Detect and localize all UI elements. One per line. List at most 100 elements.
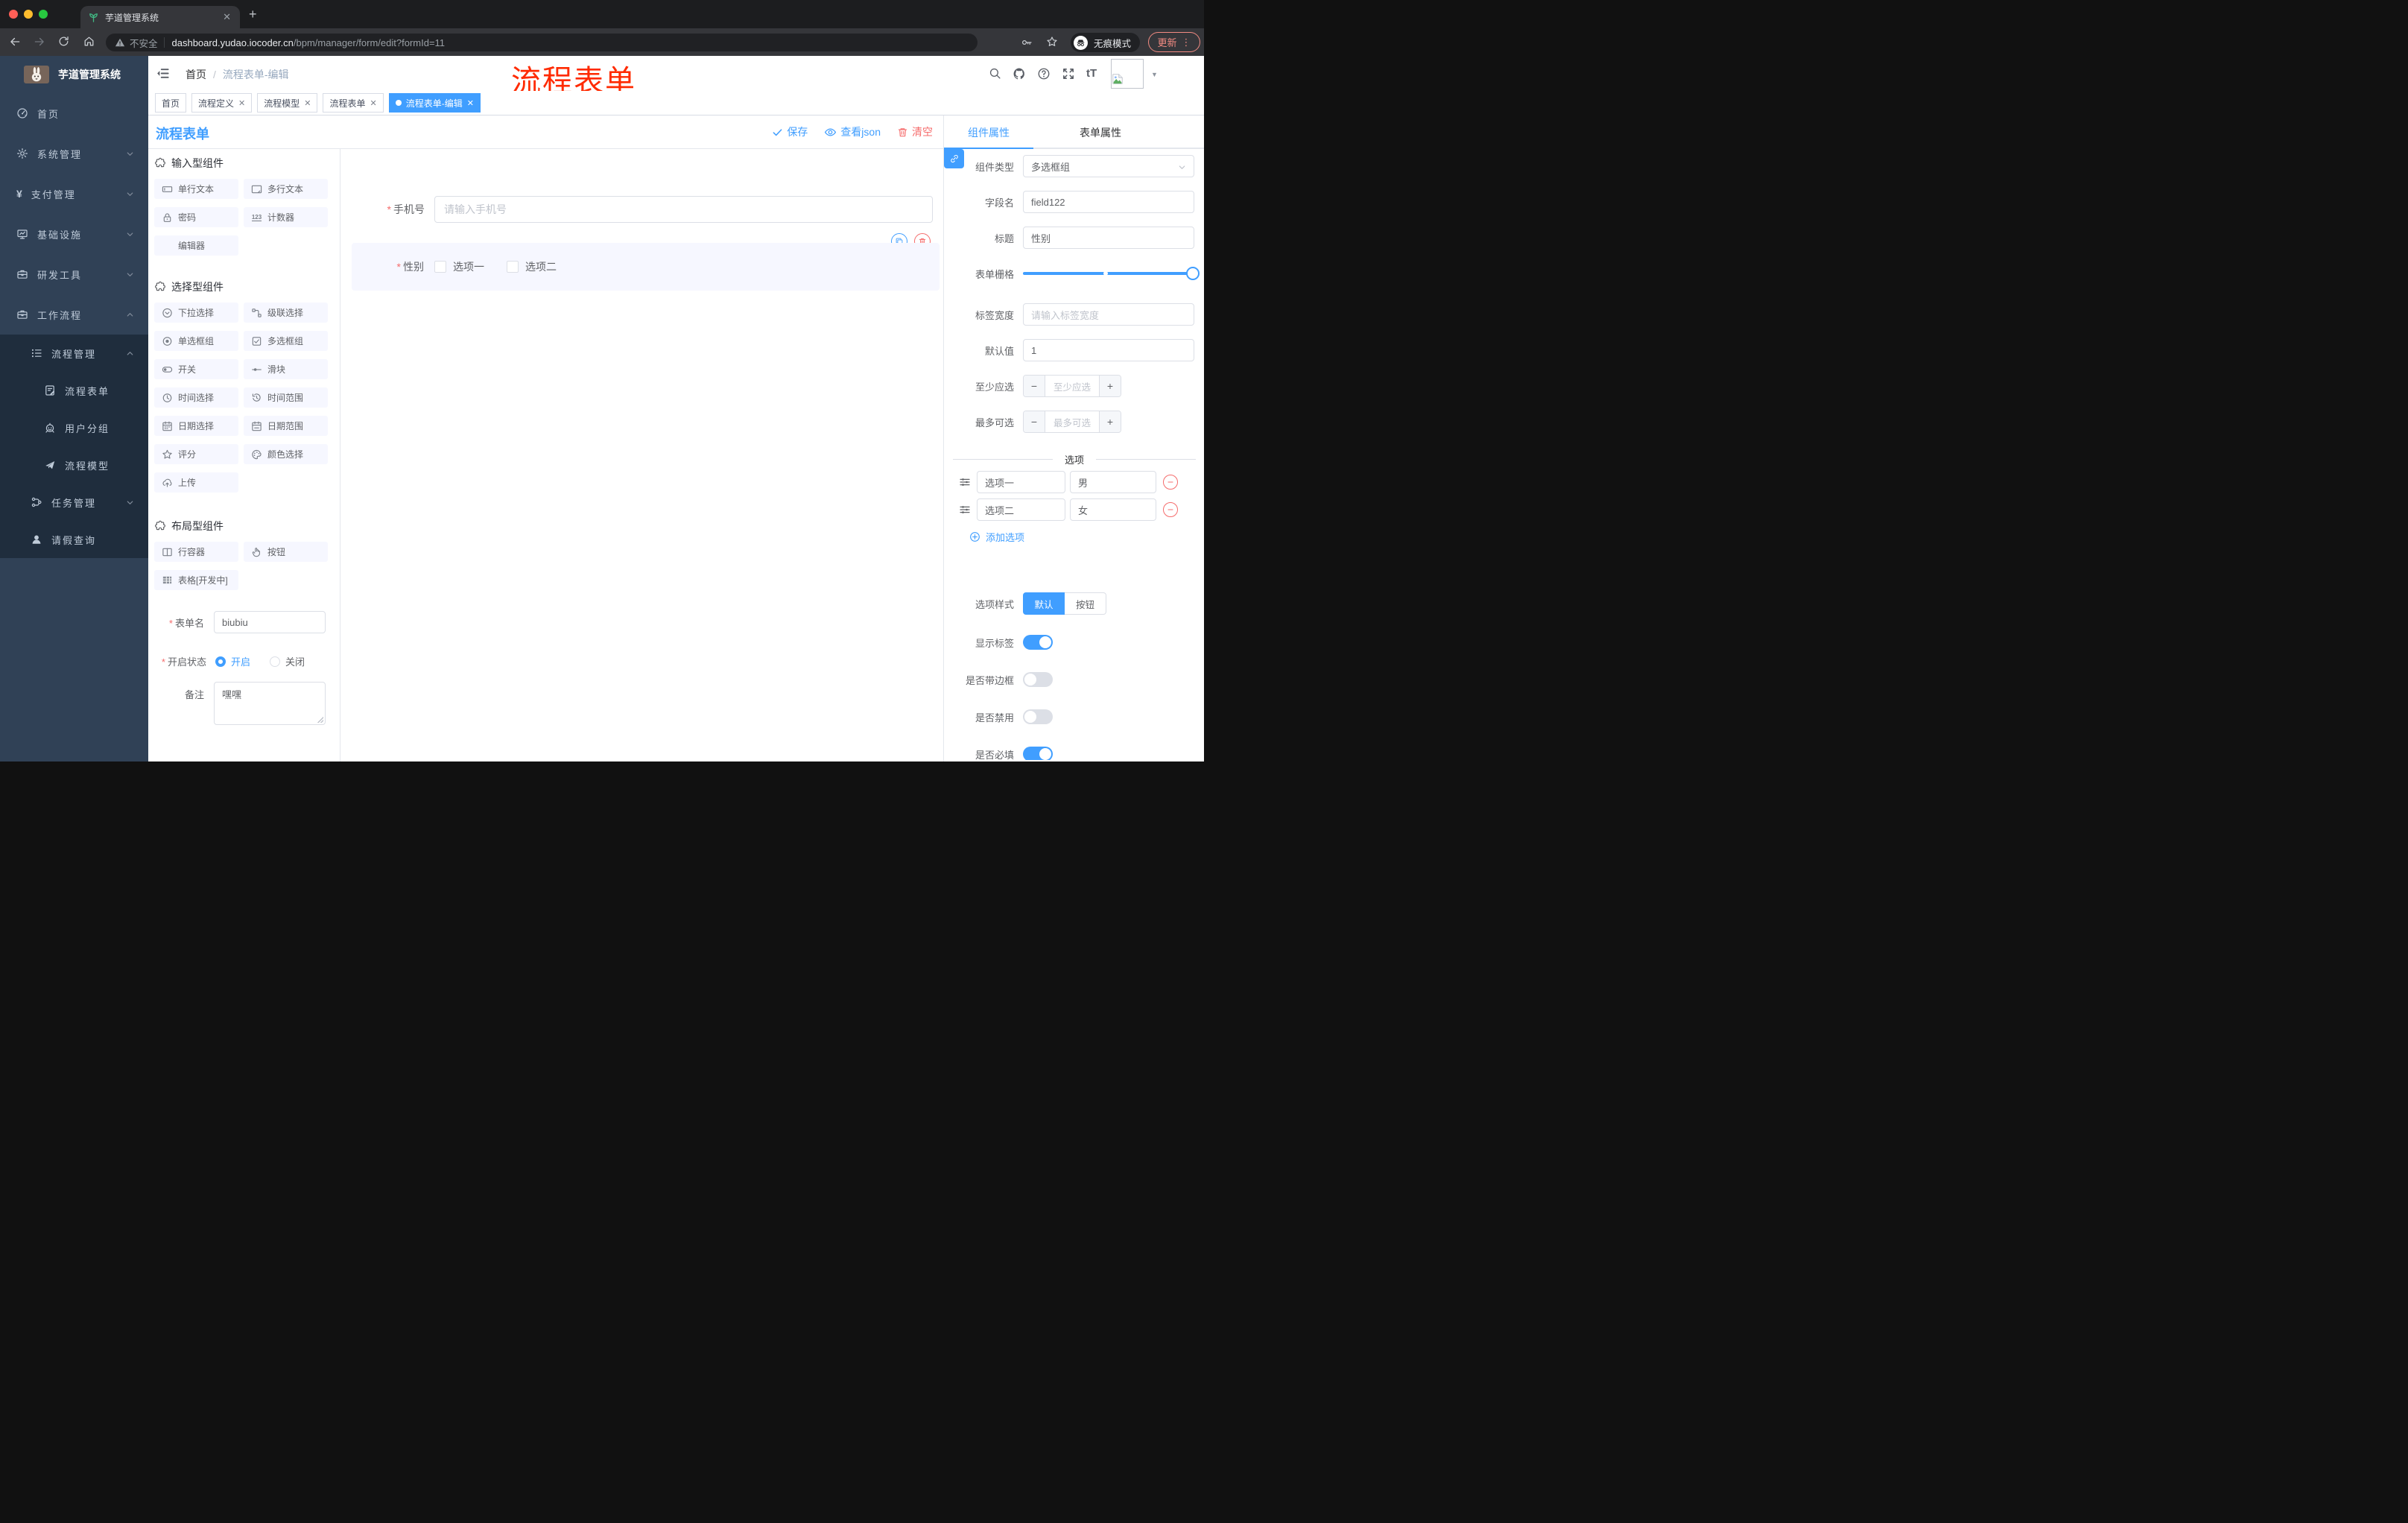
option-name-input[interactable]: 选项二 bbox=[977, 498, 1065, 521]
close-icon[interactable]: ✕ bbox=[304, 98, 311, 108]
decrease-button[interactable]: − bbox=[1024, 411, 1045, 432]
field-phone[interactable]: * 手机号 请输入手机号 bbox=[340, 196, 933, 223]
style-option-默认[interactable]: 默认 bbox=[1023, 592, 1065, 615]
fullscreen-icon[interactable] bbox=[1062, 67, 1075, 80]
component-评分[interactable]: 评分 bbox=[154, 444, 238, 464]
sidebar-item-首页[interactable]: 首页 bbox=[0, 93, 148, 133]
remove-option-button[interactable] bbox=[1163, 502, 1178, 517]
checkbox-选项一[interactable]: 选项一 bbox=[434, 259, 484, 274]
route-tab-首页[interactable]: 首页 bbox=[155, 93, 187, 113]
drag-handle-icon[interactable] bbox=[959, 476, 971, 488]
component-单行文本[interactable]: 单行文本 bbox=[154, 179, 238, 199]
toggle-是否禁用[interactable] bbox=[1023, 709, 1053, 724]
new-tab-button[interactable]: + bbox=[249, 7, 257, 22]
field-gender-selected[interactable]: * 性别 选项一 选项二 bbox=[352, 243, 940, 291]
status-radio-关闭[interactable]: 关闭 bbox=[270, 654, 305, 668]
tab-form-props[interactable]: 表单属性 bbox=[1033, 115, 1167, 149]
github-icon[interactable] bbox=[1013, 67, 1026, 80]
grid-slider[interactable] bbox=[1023, 262, 1200, 285]
option-value-input[interactable]: 女 bbox=[1070, 498, 1156, 521]
home-icon[interactable] bbox=[83, 35, 95, 48]
view-json-button[interactable]: 查看json bbox=[824, 124, 881, 139]
bookmark-star-icon[interactable] bbox=[1046, 36, 1058, 48]
back-icon[interactable] bbox=[8, 35, 22, 48]
browser-menu-icon[interactable]: ⋮ bbox=[1182, 37, 1191, 48]
route-tab-流程表单[interactable]: 流程表单 ✕ bbox=[323, 93, 384, 113]
status-radio-开启[interactable]: 开启 bbox=[215, 654, 250, 668]
component-单选框组[interactable]: 单选框组 bbox=[154, 331, 238, 351]
checkbox-选项二[interactable]: 选项二 bbox=[507, 259, 557, 274]
search-icon[interactable] bbox=[989, 67, 1001, 80]
component-密码[interactable]: 密码 bbox=[154, 207, 238, 227]
toggle-是否必填[interactable] bbox=[1023, 747, 1053, 760]
reload-icon[interactable] bbox=[57, 35, 70, 48]
avatar-caret-down-icon[interactable]: ▼ bbox=[1151, 71, 1158, 78]
component-级联选择[interactable]: 级联选择 bbox=[244, 303, 328, 323]
component-颜色选择[interactable]: 颜色选择 bbox=[244, 444, 328, 464]
component-日期选择[interactable]: 日期选择 bbox=[154, 416, 238, 436]
window-controls[interactable] bbox=[9, 10, 48, 19]
forward-icon[interactable] bbox=[33, 35, 46, 48]
close-window-button[interactable] bbox=[9, 10, 18, 19]
maximize-window-button[interactable] bbox=[39, 10, 48, 19]
component-表格[开发中][interactable]: 表格[开发中] bbox=[154, 570, 238, 590]
component-滑块[interactable]: 滑块 bbox=[244, 359, 328, 379]
font-size-icon[interactable]: tT bbox=[1086, 67, 1097, 80]
sidebar-item-工作流程[interactable]: 工作流程 bbox=[0, 294, 148, 335]
increase-button[interactable]: + bbox=[1099, 411, 1121, 432]
component-下拉选择[interactable]: 下拉选择 bbox=[154, 303, 238, 323]
sidebar-item-支付管理[interactable]: ¥ 支付管理 bbox=[0, 174, 148, 214]
form-canvas[interactable]: * 手机号 请输入手机号 * 性别 选项一 选项二 bbox=[340, 149, 943, 762]
sidebar-item-任务管理[interactable]: 任务管理 bbox=[0, 484, 148, 521]
component-上传[interactable]: 上传 bbox=[154, 472, 238, 493]
clear-button[interactable]: 清空 bbox=[897, 124, 933, 139]
component-时间范围[interactable]: 时间范围 bbox=[244, 387, 328, 408]
remove-option-button[interactable] bbox=[1163, 475, 1178, 490]
style-option-按钮[interactable]: 按钮 bbox=[1065, 592, 1106, 615]
minimize-window-button[interactable] bbox=[24, 10, 33, 19]
sidebar-item-流程表单[interactable]: 流程表单 bbox=[0, 372, 148, 409]
stepper-input[interactable]: 至少应选 bbox=[1045, 376, 1099, 396]
component-行容器[interactable]: 行容器 bbox=[154, 542, 238, 562]
option-name-input[interactable]: 选项一 bbox=[977, 471, 1065, 493]
sidebar-item-请假查询[interactable]: 请假查询 bbox=[0, 521, 148, 558]
input-默认值[interactable]: 1 bbox=[1023, 339, 1194, 361]
component-编辑器[interactable]: 编辑器 bbox=[154, 235, 238, 256]
form-remark-textarea[interactable]: 嘿嘿 bbox=[214, 682, 326, 725]
sidebar-item-流程模型[interactable]: 流程模型 bbox=[0, 446, 148, 484]
option-value-input[interactable]: 男 bbox=[1070, 471, 1156, 493]
sidebar-logo[interactable]: 芋道管理系统 bbox=[0, 56, 148, 93]
select-组件类型[interactable]: 多选框组 bbox=[1023, 155, 1194, 177]
component-多选框组[interactable]: 多选框组 bbox=[244, 331, 328, 351]
component-按钮[interactable]: 按钮 bbox=[244, 542, 328, 562]
route-tab-流程定义[interactable]: 流程定义 ✕ bbox=[191, 93, 253, 113]
breadcrumb-home[interactable]: 首页 bbox=[186, 67, 206, 82]
decrease-button[interactable]: − bbox=[1024, 376, 1045, 396]
toggle-显示标签[interactable] bbox=[1023, 635, 1053, 650]
sidebar-item-基础设施[interactable]: 基础设施 bbox=[0, 214, 148, 254]
stepper-input[interactable]: 最多可选 bbox=[1045, 411, 1099, 432]
tab-close-icon[interactable]: ✕ bbox=[221, 11, 232, 23]
save-button[interactable]: 保存 bbox=[772, 124, 808, 139]
avatar[interactable] bbox=[1111, 59, 1144, 89]
component-时间选择[interactable]: 时间选择 bbox=[154, 387, 238, 408]
component-日期范围[interactable]: 日期范围 bbox=[244, 416, 328, 436]
sidebar-item-研发工具[interactable]: 研发工具 bbox=[0, 254, 148, 294]
component-计数器[interactable]: 123 计数器 bbox=[244, 207, 328, 227]
tab-component-props[interactable]: 组件属性 bbox=[944, 115, 1033, 149]
component-多行文本[interactable]: 多行文本 bbox=[244, 179, 328, 199]
address-bar[interactable]: 不安全 dashboard.yudao.iocoder.cn/bpm/manag… bbox=[106, 34, 978, 51]
input-字段名[interactable]: field122 bbox=[1023, 191, 1194, 213]
add-option-button[interactable]: 添加选项 bbox=[969, 530, 1204, 543]
increase-button[interactable]: + bbox=[1099, 376, 1121, 396]
route-tab-流程表单-编辑[interactable]: 流程表单-编辑 ✕ bbox=[388, 93, 481, 113]
drag-handle-icon[interactable] bbox=[959, 504, 971, 516]
sidebar-item-系统管理[interactable]: 系统管理 bbox=[0, 133, 148, 174]
slider-handle[interactable] bbox=[1186, 267, 1200, 280]
hamburger-icon[interactable] bbox=[156, 66, 170, 80]
sidebar-item-流程管理[interactable]: 流程管理 bbox=[0, 335, 148, 372]
browser-tab[interactable]: 芋道管理系统 ✕ bbox=[80, 6, 240, 28]
question-icon[interactable] bbox=[1037, 67, 1051, 80]
form-name-input[interactable]: biubiu bbox=[214, 611, 326, 633]
browser-update-button[interactable]: 更新 ⋮ bbox=[1148, 32, 1200, 52]
